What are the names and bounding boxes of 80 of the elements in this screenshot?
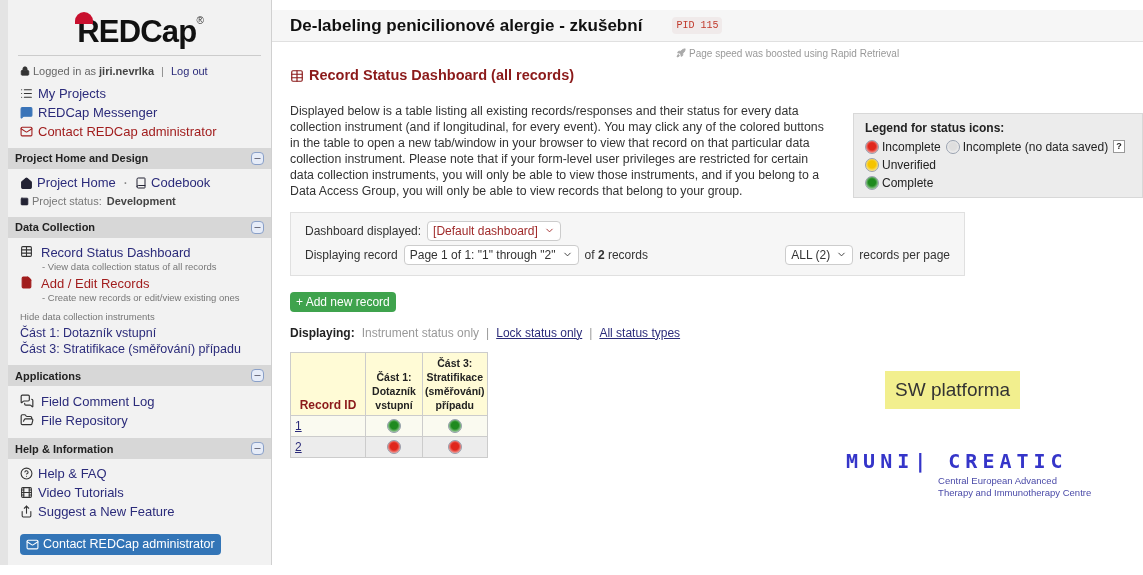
collapse-button[interactable] <box>251 442 264 456</box>
link-description: - Create new records or edit/view existing ones <box>41 292 241 304</box>
section-title: Applications <box>15 368 81 384</box>
display-option-link[interactable]: All status types <box>599 323 681 342</box>
dashboard-select[interactable]: [Default dashboard] <box>427 220 561 241</box>
sidebar-link[interactable]: Codebook <box>151 173 211 193</box>
page-title: Record Status Dashboard (all records) <box>309 66 575 85</box>
instrument-link[interactable]: Část 1: Dotazník vstupní <box>20 325 259 342</box>
redcap-logo: REDCap® <box>75 12 204 47</box>
share-icon <box>20 505 33 519</box>
column-header: Record ID <box>290 352 366 416</box>
separator: | <box>161 63 164 79</box>
sidebar-link[interactable]: Add / Edit Records <box>41 275 150 291</box>
record-link[interactable]: 2 <box>295 439 302 454</box>
mail-icon <box>20 125 33 138</box>
project-status-value: Development <box>106 193 176 209</box>
link-description: - View data collection status of all records <box>41 261 218 273</box>
legend-label: Incomplete (no data saved) <box>962 138 1109 156</box>
legend-title: Legend for status icons: <box>865 119 1006 137</box>
collapse-button[interactable] <box>251 369 264 383</box>
legend-label: Complete <box>882 174 934 192</box>
login-text: Logged in as jiri.nevrlka <box>33 63 155 79</box>
record-label: Displaying record <box>305 246 398 264</box>
section-title: Project Home and Design <box>15 151 149 167</box>
sidebar-link[interactable]: Project Home <box>37 173 116 193</box>
comments-icon <box>20 393 34 408</box>
note-label: SW platforma <box>885 370 1021 410</box>
display-option-link[interactable]: Lock status only <box>496 323 583 342</box>
record-page-select[interactable]: Page 1 of 1: "1" through "2" <box>403 244 579 265</box>
rocket-icon <box>676 48 686 58</box>
sidebar-link[interactable]: Video Tutorials <box>38 483 124 503</box>
help-icon <box>20 467 33 481</box>
sidebar-link[interactable]: Help & FAQ <box>38 464 107 484</box>
sidebar-link[interactable]: Record Status Dashboard <box>41 244 191 260</box>
record-link[interactable]: 1 <box>295 418 302 433</box>
collapse-button[interactable] <box>251 221 264 234</box>
chat-icon <box>20 106 33 119</box>
separator: | <box>486 324 490 342</box>
instrument-link[interactable]: Část 3: Stratifikace (směřování) případu <box>20 341 259 358</box>
column-header: Část 3: Stratifikace (směřování) případu <box>422 352 487 416</box>
column-header: Část 1: Dotazník vstupní <box>365 352 423 416</box>
mail-icon <box>26 538 39 552</box>
displaying-label: Displaying: <box>290 324 355 342</box>
help-icon[interactable]: ? <box>1113 140 1125 154</box>
document-icon <box>20 276 33 289</box>
legend-label: Incomplete <box>882 138 941 156</box>
lock-icon <box>20 66 30 76</box>
section-title: Data Collection <box>15 220 96 236</box>
per-page-select[interactable]: ALL (2) <box>785 244 854 265</box>
sidebar-link[interactable]: Field Comment Log <box>41 393 155 409</box>
status-square-icon <box>20 196 29 206</box>
separator: | <box>589 324 593 342</box>
sidebar-link[interactable]: File Repository <box>41 412 128 428</box>
partner-logo: MUNI| CREATIC Central European Advanced Therapy and Immunotherapy Centre <box>846 451 1092 500</box>
project-status-label: Project status: <box>32 193 102 209</box>
contact-button[interactable]: Contact REDCap administrator <box>20 534 221 556</box>
collapse-button[interactable] <box>251 152 264 165</box>
home-icon <box>20 176 33 190</box>
legend-label: Unverified <box>882 156 937 174</box>
sidebar-link[interactable]: Contact REDCap administrator <box>38 121 217 142</box>
separator: · <box>122 173 129 193</box>
per-page-label: records per page <box>859 246 950 264</box>
book-icon <box>135 177 148 189</box>
sidebar-link[interactable]: My Projects <box>38 83 106 104</box>
section-title: Help & Information <box>15 441 114 457</box>
hide-instruments-link[interactable]: Hide data collection instruments <box>20 310 259 325</box>
table-icon <box>20 245 33 258</box>
project-title: De-labeling penicilionové alergie - zkušební <box>290 14 643 37</box>
table-icon <box>290 68 304 83</box>
logout-link[interactable]: Log out <box>170 62 208 80</box>
list-icon <box>20 87 33 100</box>
project-id: PID 115 <box>672 17 723 34</box>
description-text: Displayed below is a table listing all existing records/responses and their status for every data collection instrument (and if longitudinal, for every event). You may click any of the colored buttons in the table to open a new tab/window in your browser to view that record on that particular data collection instrument. Please note that if your form-level user privileges are restricted for certain data collection instruments, you will only be able to view those instruments, and if you belong to a Data Access Group, you will only be able to view records that belong to your group. <box>290 102 825 199</box>
sidebar-link[interactable]: Suggest a New Feature <box>38 502 175 522</box>
film-icon <box>20 486 33 500</box>
folder-icon <box>20 412 34 427</box>
sidebar-link[interactable]: REDCap Messenger <box>38 102 158 123</box>
speed-note: Page speed was boosted using Rapid Retrieval <box>689 46 900 61</box>
record-count: of 2 records <box>584 246 648 264</box>
dashboard-label: Dashboard displayed: <box>305 222 422 240</box>
